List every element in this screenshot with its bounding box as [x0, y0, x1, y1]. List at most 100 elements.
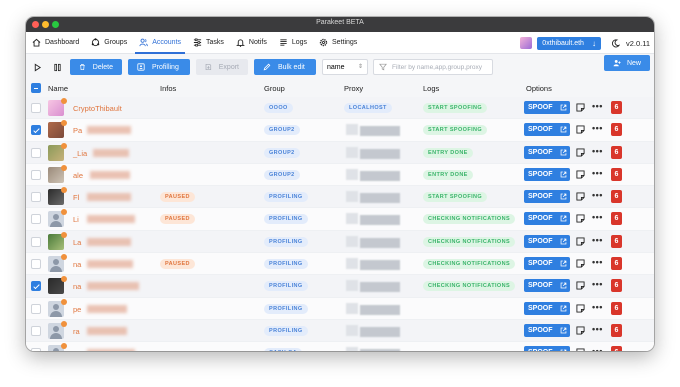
- count-badge[interactable]: 6: [611, 234, 622, 248]
- delete-button[interactable]: Delete: [70, 59, 122, 75]
- account-name[interactable]: Pa: [73, 126, 82, 135]
- note-icon[interactable]: [576, 214, 585, 224]
- row-checkbox[interactable]: [31, 236, 41, 247]
- spoof-button[interactable]: SPOOF: [524, 301, 570, 315]
- spoof-button[interactable]: SPOOF: [524, 234, 570, 248]
- row-checkbox[interactable]: [31, 348, 41, 351]
- spoof-button[interactable]: SPOOF: [524, 212, 570, 226]
- row-checkbox[interactable]: [31, 259, 41, 270]
- note-icon[interactable]: [576, 326, 585, 335]
- note-icon[interactable]: [576, 103, 585, 112]
- note-icon[interactable]: [576, 304, 585, 313]
- table-row[interactable]: CryptoThibault OOOO LOCALHOST START SPOOFIN…: [26, 97, 654, 120]
- more-options-icon[interactable]: •••: [592, 101, 603, 111]
- filter-search[interactable]: [373, 59, 493, 75]
- column-group[interactable]: Group: [264, 84, 285, 93]
- note-icon[interactable]: [576, 237, 585, 246]
- row-checkbox[interactable]: [31, 169, 41, 180]
- row-checkbox[interactable]: [31, 125, 41, 136]
- note-icon[interactable]: [576, 281, 585, 290]
- more-options-icon[interactable]: •••: [592, 324, 603, 334]
- pause-button[interactable]: [50, 60, 64, 74]
- filter-input[interactable]: [392, 63, 492, 71]
- account-name[interactable]: _Lia: [73, 149, 87, 158]
- table-row[interactable]: _Lia GROUP2 ENTRY DONE SPOOF ••• 6: [26, 141, 654, 164]
- more-options-icon[interactable]: •••: [592, 146, 603, 156]
- count-badge[interactable]: 6: [611, 323, 622, 337]
- row-checkbox[interactable]: [31, 281, 41, 292]
- account-name[interactable]: na: [73, 282, 81, 291]
- select-all-checkbox[interactable]: [31, 83, 41, 93]
- profiling-button[interactable]: Profilling: [128, 59, 190, 75]
- nav-settings[interactable]: Settings: [313, 32, 363, 54]
- spoof-button[interactable]: SPOOF: [524, 123, 570, 137]
- spoof-button[interactable]: SPOOF: [524, 145, 570, 159]
- row-checkbox[interactable]: [31, 192, 41, 203]
- note-icon[interactable]: [576, 170, 585, 179]
- note-icon[interactable]: [576, 192, 585, 201]
- bulk-edit-button[interactable]: Bulk edit: [254, 59, 316, 75]
- table-row[interactable]: ra PROFILING SPOOF ••• 6: [26, 319, 654, 343]
- account-name[interactable]: La: [73, 238, 81, 247]
- table-row[interactable]: pe PROFILING SPOOF ••• 6: [26, 297, 654, 320]
- wallet-button[interactable]: 0xthibault.eth ↓: [537, 36, 601, 50]
- note-icon[interactable]: [576, 125, 585, 134]
- column-proxy[interactable]: Proxy: [344, 84, 363, 93]
- more-options-icon[interactable]: •••: [592, 168, 603, 178]
- nav-notifs[interactable]: Notifs: [230, 32, 273, 54]
- more-options-icon[interactable]: •••: [592, 346, 603, 351]
- more-options-icon[interactable]: •••: [592, 212, 603, 222]
- row-checkbox[interactable]: [31, 214, 41, 225]
- nav-accounts[interactable]: Accounts: [133, 32, 187, 54]
- column-name[interactable]: Name: [48, 84, 68, 93]
- row-checkbox[interactable]: [31, 103, 41, 113]
- more-options-icon[interactable]: •••: [592, 257, 603, 267]
- account-name[interactable]: Pa: [73, 349, 82, 351]
- play-button[interactable]: [30, 60, 44, 74]
- nav-logs[interactable]: Logs: [273, 32, 313, 54]
- count-badge[interactable]: 6: [611, 145, 622, 159]
- new-account-button[interactable]: New: [604, 55, 650, 71]
- note-icon[interactable]: [576, 148, 585, 157]
- table-row[interactable]: Fl PAUSED PROFILING START SPOOFING SPOOF ••• 6: [26, 186, 654, 209]
- spoof-button[interactable]: SPOOF: [524, 346, 570, 351]
- account-name[interactable]: Fl: [73, 193, 79, 202]
- nav-groups[interactable]: Groups: [85, 32, 133, 54]
- user-avatar[interactable]: [520, 37, 533, 49]
- export-button[interactable]: Export: [196, 59, 248, 75]
- table-row[interactable]: La PROFILING CHECKING NOTIFICATIONS SPOOF ••…: [26, 230, 654, 254]
- count-badge[interactable]: 6: [611, 212, 622, 226]
- more-options-icon[interactable]: •••: [592, 190, 603, 200]
- count-badge[interactable]: 6: [611, 190, 622, 204]
- count-badge[interactable]: 6: [611, 257, 622, 271]
- row-checkbox[interactable]: [31, 325, 41, 336]
- account-name[interactable]: na: [73, 260, 81, 269]
- table-row[interactable]: na PAUSED PROFILING CHECKING NOTIFICATIONS S…: [26, 253, 654, 276]
- count-badge[interactable]: 6: [611, 123, 622, 137]
- row-checkbox[interactable]: [31, 303, 41, 314]
- account-name[interactable]: ra: [73, 327, 80, 336]
- account-name[interactable]: Li: [73, 215, 79, 224]
- table-row[interactable]: Pa CASH GA SPOOF ••• 6: [26, 342, 654, 351]
- count-badge[interactable]: 6: [611, 167, 622, 181]
- account-name[interactable]: pe: [73, 305, 81, 314]
- table-row[interactable]: ale GROUP2 ENTRY DONE SPOOF ••• 6: [26, 163, 654, 187]
- table-row[interactable]: Pa GROUP2 START SPOOFING SPOOF ••• 6: [26, 119, 654, 142]
- count-badge[interactable]: 6: [611, 279, 622, 293]
- spoof-button[interactable]: SPOOF: [524, 101, 570, 114]
- row-checkbox[interactable]: [31, 147, 41, 158]
- sort-select[interactable]: name ⇕: [322, 59, 368, 75]
- moon-icon[interactable]: [611, 38, 620, 48]
- spoof-button[interactable]: SPOOF: [524, 279, 570, 293]
- account-name[interactable]: ale: [73, 171, 83, 180]
- more-options-icon[interactable]: •••: [592, 123, 603, 133]
- nav-tasks[interactable]: Tasks: [187, 32, 230, 54]
- spoof-button[interactable]: SPOOF: [524, 167, 570, 181]
- table-row[interactable]: na PROFILING CHECKING NOTIFICATIONS SPOOF ••…: [26, 275, 654, 298]
- more-options-icon[interactable]: •••: [592, 235, 603, 245]
- spoof-button[interactable]: SPOOF: [524, 257, 570, 271]
- count-badge[interactable]: 6: [611, 346, 622, 351]
- account-name[interactable]: CryptoThibault: [73, 104, 122, 113]
- more-options-icon[interactable]: •••: [592, 279, 603, 289]
- count-badge[interactable]: 6: [611, 301, 622, 315]
